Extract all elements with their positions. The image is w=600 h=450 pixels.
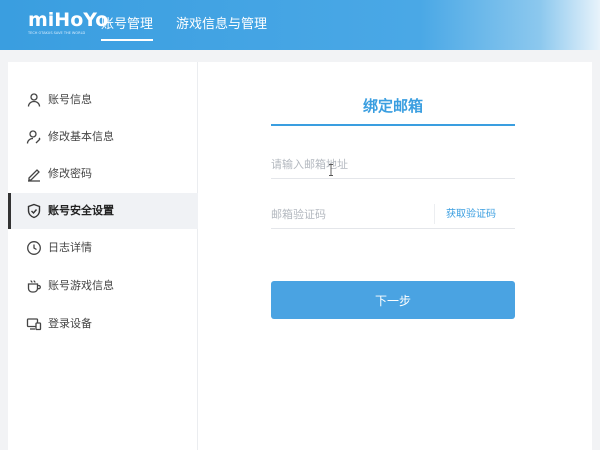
text-cursor-icon <box>329 164 333 176</box>
devices-icon <box>26 316 42 332</box>
sidebar-item-edit-basic-info[interactable]: 修改基本信息 <box>8 119 198 155</box>
sidebar-item-label: 日志详情 <box>48 241 92 254</box>
mihoyo-logo[interactable]: miHoYo TECH OTAKUS SAVE THE WORLD <box>28 9 109 41</box>
code-divider <box>434 204 435 224</box>
sidebar-item-label: 登录设备 <box>48 317 92 330</box>
get-code-link[interactable]: 获取验证码 <box>446 208 496 222</box>
main-panel: 绑定邮箱 获取验证码 下一步 <box>198 62 592 450</box>
logo-text: miHoYo <box>28 9 109 31</box>
sidebar: 账号信息 修改基本信息 修改密码 账号安全设置 日志详情 账号游戏信息 登录设备 <box>8 62 198 450</box>
sidebar-item-account-info[interactable]: 账号信息 <box>8 82 198 118</box>
user-edit-icon <box>26 129 42 145</box>
user-icon <box>26 92 42 108</box>
next-step-button[interactable]: 下一步 <box>271 281 515 319</box>
sidebar-item-label: 账号安全设置 <box>48 204 114 217</box>
logo-subtitle: TECH OTAKUS SAVE THE WORLD <box>28 31 86 35</box>
email-input[interactable] <box>271 151 515 179</box>
sidebar-item-change-password[interactable]: 修改密码 <box>8 156 198 192</box>
sidebar-item-security-settings[interactable]: 账号安全设置 <box>8 193 198 229</box>
title-underline <box>271 124 515 126</box>
tab-game-info-management[interactable]: 游戏信息与管理 <box>176 16 267 34</box>
active-indicator <box>8 193 11 229</box>
sidebar-item-game-info[interactable]: 账号游戏信息 <box>8 268 198 304</box>
tab-account-management[interactable]: 账号管理 <box>101 16 153 34</box>
code-field-underline <box>271 228 515 229</box>
sidebar-item-label: 修改密码 <box>48 167 92 180</box>
clock-icon <box>26 240 42 256</box>
cup-icon <box>26 278 42 294</box>
pencil-icon <box>26 166 42 182</box>
top-header: miHoYo TECH OTAKUS SAVE THE WORLD 账号管理 游… <box>0 0 600 50</box>
active-tab-underline <box>101 39 153 41</box>
shield-check-icon <box>26 203 42 219</box>
sidebar-item-login-devices[interactable]: 登录设备 <box>8 306 198 342</box>
sidebar-item-label: 修改基本信息 <box>48 130 114 143</box>
page-title: 绑定邮箱 <box>362 97 423 115</box>
email-code-input[interactable] <box>271 201 431 229</box>
sidebar-item-label: 账号信息 <box>48 93 92 106</box>
sidebar-item-log-details[interactable]: 日志详情 <box>8 230 198 266</box>
sidebar-item-label: 账号游戏信息 <box>48 279 114 292</box>
